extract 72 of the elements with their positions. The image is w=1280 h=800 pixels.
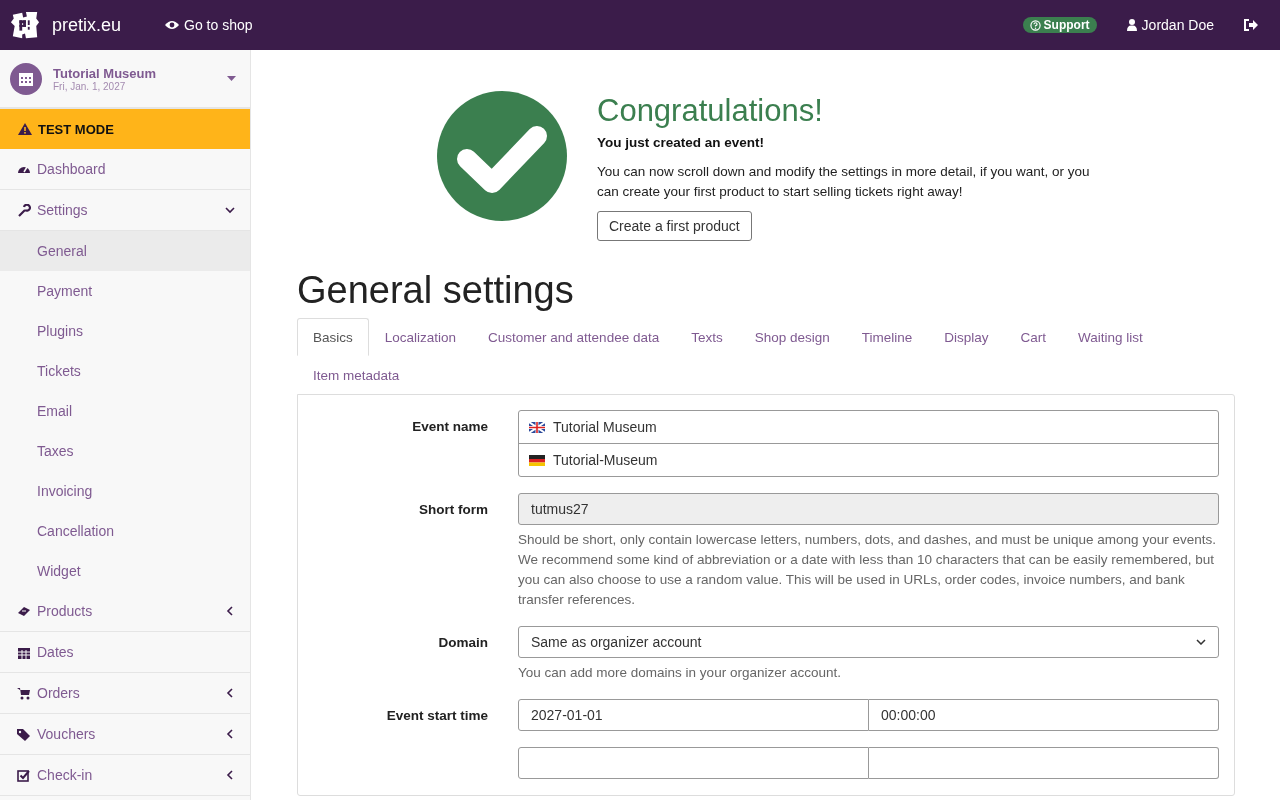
time-field[interactable]	[869, 747, 1219, 779]
time-field[interactable]: 00:00:00	[869, 699, 1219, 731]
sidebar-subitem[interactable]: Taxes	[0, 431, 250, 471]
date-field[interactable]: 2027-01-01	[518, 699, 869, 731]
sidebar-item[interactable]: Check-in	[0, 755, 250, 796]
page-heading: General settings	[297, 269, 575, 312]
success-subtitle: You just created an event!	[597, 135, 766, 150]
success-title: Congratulations!	[597, 93, 824, 129]
chevron-icon	[225, 606, 235, 616]
sidebar-subitem[interactable]: Tickets	[0, 351, 250, 391]
chevron-icon	[225, 729, 235, 739]
sidebar-subitem[interactable]: Email	[0, 391, 250, 431]
ticket-icon	[17, 604, 31, 618]
tab[interactable]: Timeline	[845, 318, 929, 356]
test-mode-label: TEST MODE	[38, 121, 114, 137]
user-icon	[1126, 19, 1137, 31]
user-link[interactable]: Jordan Doe	[1126, 17, 1214, 33]
chevron-icon	[225, 770, 235, 780]
tab[interactable]: Cart	[1004, 318, 1063, 356]
logout-icon[interactable]	[1244, 19, 1258, 31]
sidebar-item[interactable]: Products	[0, 591, 250, 632]
sidebar-item[interactable]: Vouchers	[0, 714, 250, 755]
tab[interactable]: Display	[928, 318, 1005, 356]
sidebar-subitem[interactable]: Invoicing	[0, 471, 250, 511]
date-field[interactable]	[518, 747, 869, 779]
tab[interactable]: Customer and attendee data	[472, 318, 676, 356]
eye-icon	[165, 20, 179, 30]
tab[interactable]: Item metadata	[297, 356, 416, 394]
event-date: Fri, Jan. 1, 2027	[53, 80, 127, 92]
calendar-icon	[10, 62, 42, 95]
german-flag-icon	[529, 454, 545, 466]
tab[interactable]: Shop design	[738, 318, 846, 356]
help-text: Should be short, only contain lowercase letters, numbers, dots, and dashes, and must be unique among your events. We recommend some kind of abbreviation or a date with less than 10 characters that can be easily remembered, but you can also choose to use a random value. This will be used in URLs, order codes, invoice numbers, and bank transfer references.	[518, 531, 1217, 609]
support-badge[interactable]: Support	[1022, 17, 1097, 33]
field-label: Event name	[412, 419, 488, 434]
go-to-shop-link[interactable]: Go to shop	[165, 17, 253, 33]
tab[interactable]: Texts	[675, 318, 739, 356]
field-label: Domain	[438, 635, 488, 650]
logo-icon	[10, 10, 40, 40]
tags-icon	[17, 727, 31, 741]
question-icon	[1029, 19, 1041, 31]
union-flag-icon	[529, 421, 545, 433]
sidebar-subitem[interactable]: Cancellation	[0, 511, 250, 551]
dropdown-caret-icon	[227, 76, 236, 81]
brand-name[interactable]: pretix.eu	[52, 14, 122, 36]
checkbox-icon	[17, 768, 31, 782]
chevron-icon	[225, 688, 235, 698]
check-circle-icon	[437, 91, 567, 221]
sidebar-subitem[interactable]: General	[0, 231, 250, 271]
create-product-button[interactable]: Create a first product	[597, 211, 752, 241]
field-label: Event start time	[386, 708, 488, 723]
sidebar-subitem[interactable]: Plugins	[0, 311, 250, 351]
sidebar-subitem[interactable]: Widget	[0, 551, 250, 591]
sidebar-item[interactable]: Dashboard	[0, 149, 250, 190]
cart-icon	[17, 686, 31, 700]
tab[interactable]: Basics	[297, 318, 369, 356]
calendar-icon	[17, 645, 31, 659]
help-text: You can add more domains in your organizer account.	[518, 664, 842, 682]
warning-icon	[18, 123, 32, 135]
sidebar-subitem[interactable]: Payment	[0, 271, 250, 311]
select-field[interactable]: Same as organizer account	[518, 626, 1219, 658]
text-field[interactable]: Tutorial-Museum	[519, 443, 1218, 476]
sidebar-item[interactable]: Orders	[0, 673, 250, 714]
tab[interactable]: Localization	[368, 318, 473, 356]
chevron-icon	[225, 205, 235, 215]
event-name: Tutorial Museum	[53, 65, 158, 81]
field-label: Short form	[419, 502, 488, 517]
chevron-icon	[1196, 639, 1206, 645]
text-field[interactable]: Tutorial Museum	[519, 411, 1218, 443]
sidebar-item[interactable]: Dates	[0, 632, 250, 673]
tab[interactable]: Waiting list	[1062, 318, 1159, 356]
success-text: You can now scroll down and modify the settings in more detail, if you want, or you can create your first product to start selling tickets right away!	[597, 163, 1091, 201]
